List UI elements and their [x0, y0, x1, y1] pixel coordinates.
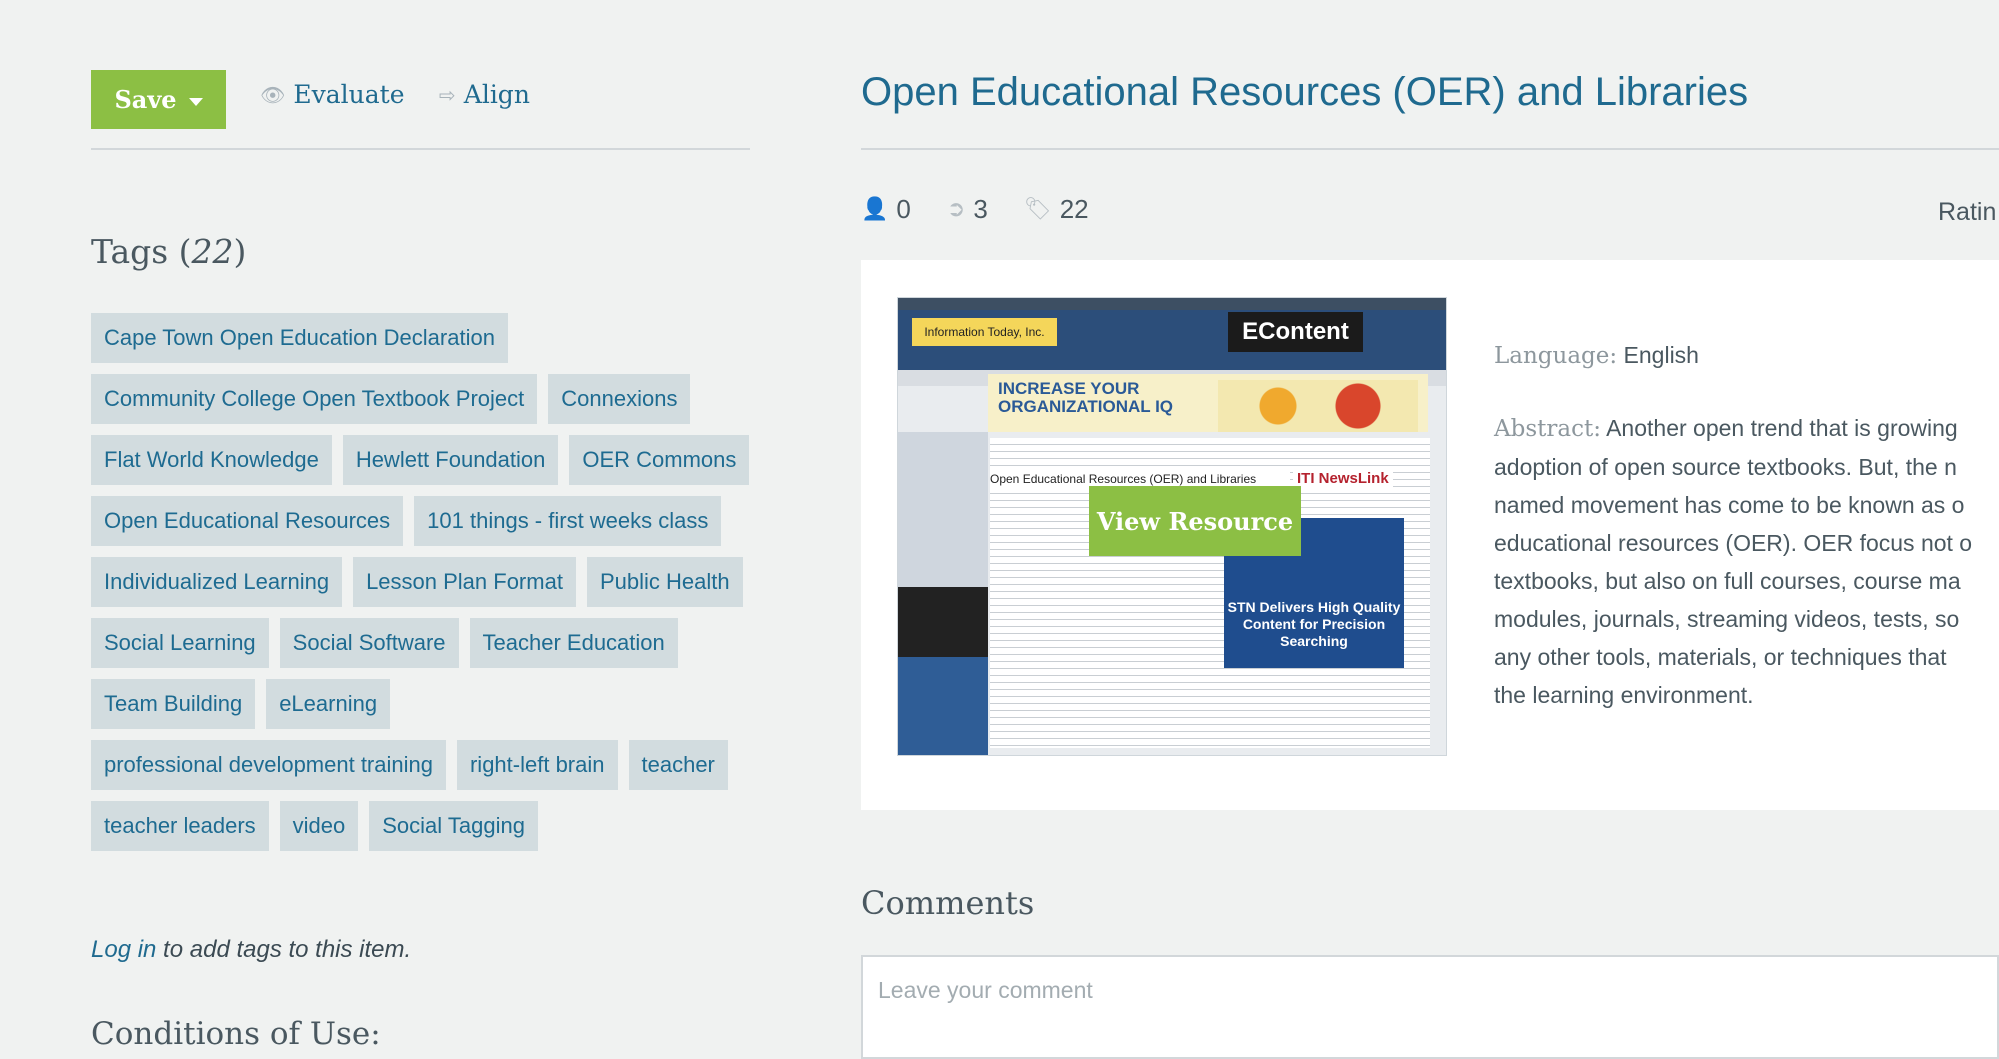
- users-count: 0: [896, 194, 911, 224]
- tag-item[interactable]: Hewlett Foundation: [342, 435, 559, 485]
- resource-title: Open Educational Resources (OER) and Lib…: [861, 70, 1749, 114]
- comment-input[interactable]: [861, 955, 1999, 1059]
- tag-item[interactable]: Flat World Knowledge: [91, 435, 332, 485]
- tag-item[interactable]: 101 things - first weeks class: [414, 496, 722, 546]
- login-link[interactable]: Log in: [91, 936, 156, 963]
- resource-thumbnail[interactable]: Information Today, Inc. EContent INCREAS…: [897, 297, 1447, 756]
- save-button-label: Save: [114, 85, 177, 114]
- language-row: Language: English: [1494, 336, 1999, 375]
- circle-arrow-icon: ➲: [946, 197, 966, 222]
- abstract-line: educational resources (OER). OER focus n…: [1494, 530, 1973, 556]
- thumb-side-links: [898, 657, 988, 755]
- abstract-line: adoption of open source textbooks. But, …: [1494, 454, 1957, 480]
- shares-count: 3: [973, 194, 988, 224]
- evaluate-label: Evaluate: [293, 80, 405, 109]
- user-icon: 👤: [861, 197, 889, 222]
- toolbar-divider: [91, 148, 750, 150]
- abstract-label: Abstract:: [1494, 416, 1601, 442]
- thumb-side-nav: [898, 432, 988, 755]
- tag-item[interactable]: Community College Open Textbook Project: [91, 374, 538, 424]
- tag-item[interactable]: Team Building: [91, 679, 256, 729]
- tags-count: 22: [191, 232, 234, 271]
- thumb-logo-right: EContent: [1228, 312, 1363, 352]
- evaluate-link[interactable]: 👁 Evaluate: [260, 80, 405, 109]
- tags-heading: Tags (22): [91, 232, 247, 271]
- save-button[interactable]: Save: [91, 70, 226, 129]
- abstract-line: named movement has come to be known as o: [1494, 492, 1965, 518]
- thumb-logo-left: Information Today, Inc.: [912, 318, 1057, 346]
- tag-item[interactable]: Social Tagging: [369, 801, 538, 851]
- thumb-ad-title: ITI NewsLink: [1293, 470, 1393, 487]
- resource-stats: 👤 0 ➲ 3 🏷 22: [861, 194, 1089, 225]
- caret-down-icon: [188, 97, 203, 106]
- language-value: English: [1623, 342, 1699, 368]
- abstract-line: any other tools, materials, or technique…: [1494, 644, 1947, 670]
- login-suffix: to add tags to this item.: [156, 936, 412, 963]
- tag-item[interactable]: Open Educational Resources: [91, 496, 404, 546]
- login-prompt: Log in to add tags to this item.: [91, 936, 411, 964]
- view-resource-button[interactable]: View Resource: [1089, 486, 1301, 556]
- tag-item[interactable]: Individualized Learning: [91, 557, 343, 607]
- tag-item[interactable]: Social Learning: [91, 618, 269, 668]
- thumb-topbar: [898, 298, 1446, 310]
- thumb-side-ad: [898, 587, 988, 657]
- tag-icon: 🏷: [1023, 197, 1052, 222]
- abstract-line: modules, journals, streaming videos, tes…: [1494, 606, 1960, 632]
- tag-item[interactable]: eLearning: [266, 679, 391, 729]
- resource-meta: Language: English Abstract: Another open…: [1494, 336, 1999, 714]
- rating-label: Ratin: [1938, 198, 1997, 226]
- thumb-gears-image: [1218, 380, 1418, 432]
- conditions-heading: Conditions of Use:: [91, 1016, 381, 1052]
- comments-heading: Comments: [861, 884, 1035, 922]
- tag-item[interactable]: OER Commons: [569, 435, 750, 485]
- tag-item[interactable]: teacher leaders: [91, 801, 269, 851]
- title-divider: [861, 148, 1999, 150]
- align-label: Align: [463, 80, 530, 109]
- tag-item[interactable]: video: [279, 801, 359, 851]
- tag-item[interactable]: Public Health: [586, 557, 743, 607]
- thumb-banner-text: INCREASE YOUR ORGANIZATIONAL IQ: [998, 379, 1174, 416]
- tag-item[interactable]: professional development training: [91, 740, 446, 790]
- tag-item[interactable]: teacher: [628, 740, 728, 790]
- abstract-line: textbooks, but also on full courses, cou…: [1494, 568, 1961, 594]
- eye-icon: 👁: [260, 82, 286, 107]
- share-icon: ⇨: [439, 82, 456, 107]
- tags-stat: 🏷 22: [1024, 194, 1089, 225]
- resource-card: Information Today, Inc. EContent INCREAS…: [861, 260, 1999, 810]
- tag-list: Cape Town Open Education Declaration Com…: [91, 313, 751, 851]
- language-label: Language:: [1494, 343, 1618, 369]
- align-link[interactable]: ⇨ Align: [439, 80, 530, 109]
- users-stat: 👤 0: [861, 194, 911, 225]
- tag-item[interactable]: Cape Town Open Education Declaration: [91, 313, 508, 363]
- tag-item[interactable]: Connexions: [548, 374, 691, 424]
- tags-stat-count: 22: [1059, 194, 1089, 224]
- tag-item[interactable]: Social Software: [279, 618, 459, 668]
- shares-stat: ➲ 3: [947, 194, 988, 225]
- abstract-line: the learning environment.: [1494, 682, 1754, 708]
- tag-item[interactable]: Teacher Education: [469, 618, 678, 668]
- tag-item[interactable]: Lesson Plan Format: [353, 557, 576, 607]
- abstract-line: Another open trend that is growing: [1606, 415, 1958, 441]
- abstract: Abstract: Another open trend that is gro…: [1494, 409, 1999, 714]
- tag-item[interactable]: right-left brain: [456, 740, 618, 790]
